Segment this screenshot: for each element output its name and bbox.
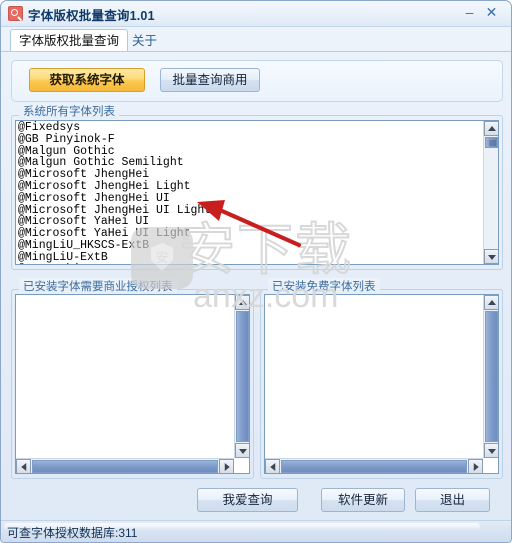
chevron-up-icon <box>238 299 247 305</box>
tab-separator-line <box>1 51 511 52</box>
list-item[interactable]: @MingLiU-ExtB <box>18 251 211 264</box>
minimize-button[interactable]: – <box>461 5 478 21</box>
list-item[interactable]: @Microsoft JhengHei Light <box>18 181 211 193</box>
batch-query-commercial-button[interactable]: 批量查询商用 <box>160 68 260 92</box>
toolbar-panel: 获取系统字体 批量查询商用 <box>11 60 503 102</box>
scroll-right-button[interactable] <box>468 459 483 473</box>
list-item[interactable]: @GB Pinyinok-F <box>18 133 211 146</box>
tab-strip: 字体版权批量查询 关于 <box>1 27 511 52</box>
scroll-down-button[interactable] <box>484 249 498 264</box>
scroll-up-button[interactable] <box>235 295 249 310</box>
all-fonts-listbox[interactable]: @Fixedsys @GB Pinyinok-F @Malgun Gothic @Ma… <box>15 120 499 265</box>
paid-fonts-vertical-scrollbar[interactable] <box>234 295 249 458</box>
chevron-right-icon <box>224 462 230 471</box>
chevron-up-icon <box>487 299 496 305</box>
scroll-up-button[interactable] <box>484 295 498 310</box>
scrollbar-thumb[interactable] <box>485 311 498 442</box>
all-fonts-group-label: 系统所有字体列表 <box>19 103 119 119</box>
free-fonts-listbox[interactable] <box>264 294 499 474</box>
scroll-down-button[interactable] <box>484 443 498 458</box>
all-fonts-vertical-scrollbar[interactable] <box>483 121 498 264</box>
magnifier-handle <box>16 15 22 21</box>
grip-lines-icon <box>489 140 496 145</box>
scrollbar-thumb[interactable] <box>32 460 218 473</box>
scrollbar-thumb[interactable] <box>485 137 498 148</box>
paid-fonts-listbox[interactable] <box>15 294 250 474</box>
chevron-left-icon <box>20 462 26 471</box>
list-item[interactable]: @MingLiU_HKSCS-ExtB <box>18 240 211 252</box>
scroll-right-button[interactable] <box>219 459 234 473</box>
paid-fonts-group-label: 已安装字体需要商业授权列表 <box>19 278 177 294</box>
scroll-left-button[interactable] <box>16 459 31 473</box>
application-window: 字体版权批量查询1.01 – ✕ 字体版权批量查询 关于 获取系统字体 批量查询… <box>0 0 512 543</box>
search-icon <box>8 6 23 21</box>
exit-button[interactable]: 退出 <box>415 488 490 512</box>
scroll-up-button[interactable] <box>484 121 498 136</box>
magnifier-lens <box>11 9 18 16</box>
scrollbar-thumb[interactable] <box>236 311 249 442</box>
free-fonts-vertical-scrollbar[interactable] <box>483 295 498 458</box>
window-title: 字体版权批量查询1.01 <box>28 9 155 23</box>
paid-fonts-horizontal-scrollbar[interactable] <box>16 458 234 473</box>
tab-font-copyright-query[interactable]: 字体版权批量查询 <box>10 29 129 52</box>
chevron-down-icon <box>487 254 496 260</box>
all-fonts-list-items: @Fixedsys @GB Pinyinok-F @Malgun Gothic @Ma… <box>16 121 213 264</box>
free-fonts-horizontal-scrollbar[interactable] <box>265 458 483 473</box>
list-item[interactable]: @Microsoft JhengHei UI <box>18 192 211 205</box>
get-system-fonts-button[interactable]: 获取系统字体 <box>29 68 145 92</box>
chevron-up-icon <box>487 125 496 131</box>
free-fonts-list-items <box>265 295 269 297</box>
software-update-button[interactable]: 软件更新 <box>321 488 405 512</box>
free-fonts-group-label: 已安装免费字体列表 <box>268 278 380 294</box>
tab-about[interactable]: 关于 <box>123 29 166 52</box>
status-bar: 可查字体授权数据库:311 <box>1 520 511 542</box>
paid-fonts-list-items <box>16 295 20 297</box>
title-bar: 字体版权批量查询1.01 – ✕ <box>1 1 511 27</box>
chevron-down-icon <box>487 448 496 454</box>
scrollbar-thumb[interactable] <box>281 460 467 473</box>
list-item[interactable]: @MS Gothic <box>18 263 211 264</box>
status-text: 可查字体授权数据库:311 <box>7 526 138 540</box>
scroll-down-button[interactable] <box>235 443 249 458</box>
close-button[interactable]: ✕ <box>483 5 500 21</box>
i-love-query-button[interactable]: 我爱查询 <box>197 488 298 512</box>
scroll-left-button[interactable] <box>265 459 280 473</box>
chevron-down-icon <box>238 448 247 454</box>
chevron-left-icon <box>269 462 275 471</box>
chevron-right-icon <box>473 462 479 471</box>
